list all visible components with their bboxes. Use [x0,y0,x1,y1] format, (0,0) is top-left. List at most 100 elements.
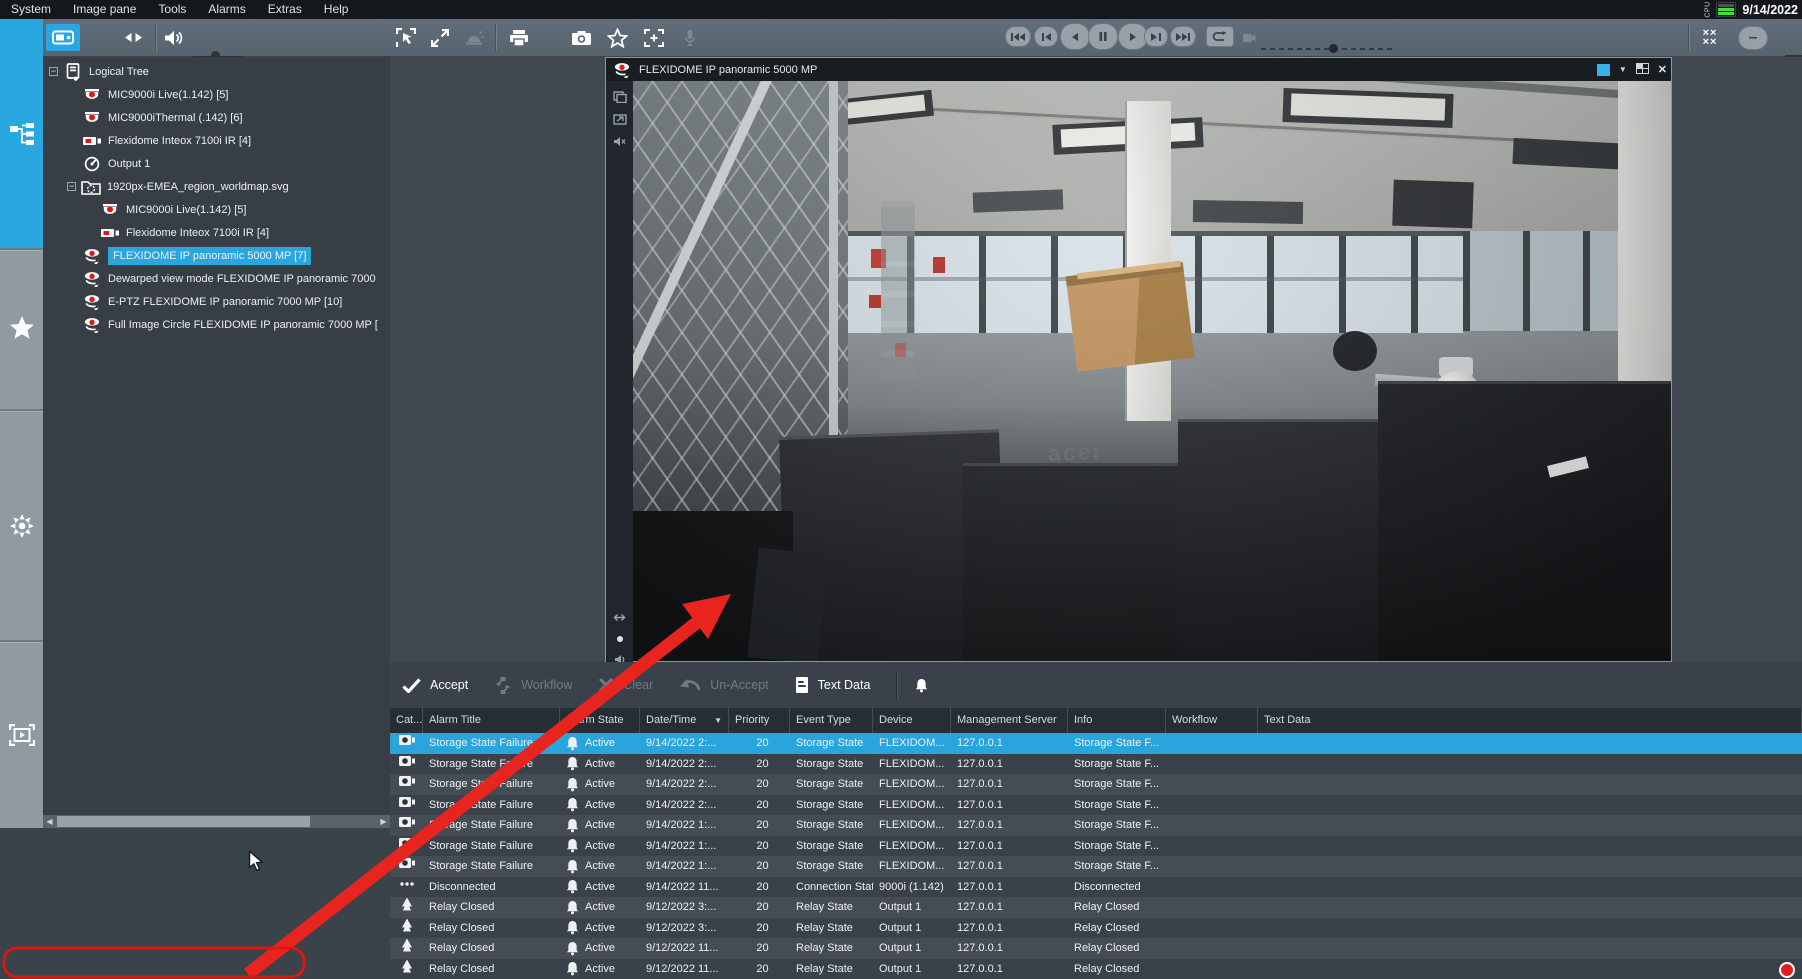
menu-image-pane[interactable]: Image pane [62,0,147,19]
sidebar-tab-favorites[interactable] [0,250,43,407]
bell-icon[interactable] [915,678,928,693]
accept-button[interactable]: Accept [402,678,468,693]
pane-grid-icon[interactable] [1636,63,1649,77]
alarm-row-3[interactable]: Storage State FailureActive9/14/2022 2:.… [390,774,1802,795]
alarm-pane-icon[interactable] [459,24,489,51]
speaker-icon[interactable] [161,24,187,51]
tree-expander-icon[interactable]: − [49,67,58,76]
tree-item-mic9000i-live-1-142-5[interactable]: MIC9000i Live(1.142) [5] [43,83,390,106]
info-cell: Storage State F... [1068,836,1166,857]
tree-item-mic9000ithermal-142-6[interactable]: MIC9000iThermal (.142) [6] [43,106,390,129]
speed-slider-handle[interactable] [1329,44,1338,53]
close-all-panes-icon[interactable]: ×××× [1695,24,1725,51]
step-back-icon[interactable] [1034,26,1058,47]
column-header-workflow[interactable]: Workflow [1166,708,1258,733]
detach-pane-icon[interactable] [611,111,628,127]
pano-camera-icon [82,316,102,334]
menu-tools[interactable]: Tools [147,0,197,19]
tree-item-mic9000i-live-1-142-5[interactable]: MIC9000i Live(1.142) [5] [43,198,390,221]
tree-item-logical-tree[interactable]: −Logical Tree [43,60,390,83]
sidebar-tab-logical-tree[interactable] [0,19,43,248]
column-header-text-data[interactable]: Text Data [1258,708,1802,733]
alternate-view-icon[interactable] [118,24,148,51]
un-accept-button[interactable]: Un-Accept [679,678,768,693]
alarm-row-1[interactable]: Storage State FailureActive9/14/2022 2:.… [390,733,1802,754]
column-header-priority[interactable]: Priority [729,708,790,733]
alarm-table-header: Cat...Alarm TitleAlarm StateDate/Time▼Pr… [390,708,1802,733]
tree-item-dewarped-view-mode-flexidome-ip-panorami[interactable]: Dewarped view mode FLEXIDOME IP panorami… [43,267,390,290]
text-data-button[interactable]: Text Data [795,676,871,694]
jump-start-icon[interactable] [1005,26,1031,47]
cpu-label: CPU [1705,1,1712,17]
camera-view-icon[interactable] [46,24,80,51]
alarm-row-7[interactable]: Storage State FailureActive9/14/2022 1:.… [390,856,1802,877]
instant-replay-icon[interactable] [611,89,628,105]
alarm-row-5[interactable]: Storage State FailureActive9/14/2022 1:.… [390,815,1802,836]
select-pane-icon[interactable] [391,24,421,51]
menu-help[interactable]: Help [313,0,360,19]
scrollbar-thumb[interactable] [57,816,310,827]
column-header-cat[interactable]: Cat... [390,708,423,733]
printer-icon[interactable] [503,24,535,51]
tree-item-full-image-circle-flexidome-ip-panoramic[interactable]: Full Image Circle FLEXIDOME IP panoramic… [43,313,390,336]
tree-item-e-ptz-flexidome-ip-panoramic-7000-mp-10[interactable]: E-PTZ FLEXIDOME IP panoramic 7000 MP [10… [43,290,390,313]
alarm-row-12[interactable]: Relay ClosedActive9/12/2022 11...20Relay… [390,959,1802,979]
info-cell: Relay Closed [1068,897,1166,918]
column-header-alarm-title[interactable]: Alarm Title [423,708,560,733]
column-header-device[interactable]: Device [873,708,951,733]
close-icon[interactable]: ✕ [1658,63,1667,76]
menu-alarms[interactable]: Alarms [197,0,256,19]
sidebar-tab-bookmarks[interactable] [0,411,43,640]
column-header-event-type[interactable]: Event Type [790,708,873,733]
alarm-title-cell: Storage State Failure [423,856,560,877]
priority-cell: 20 [729,754,790,775]
alarm-state-text: Active [585,795,615,816]
tree-horizontal-scrollbar[interactable]: ◀ ▶ [43,815,390,828]
speed-slider[interactable] [1261,48,1393,50]
alarm-row-6[interactable]: Storage State FailureActive9/14/2022 1:.… [390,836,1802,857]
tree-item-flexidome-inteox-7100i-ir-4[interactable]: Flexidome Inteox 7100i IR [4] [43,129,390,152]
bell-icon [566,838,579,853]
scroll-left-icon[interactable]: ◀ [43,815,56,828]
alarm-row-4[interactable]: Storage State FailureActive9/14/2022 2:.… [390,795,1802,816]
column-header-info[interactable]: Info [1068,708,1166,733]
video-pane-titlebar[interactable]: FLEXIDOME IP panoramic 5000 MP ▼ ✕ [606,58,1671,81]
tree-item-flexidome-ip-panoramic-5000-mp-7[interactable]: FLEXIDOME IP panoramic 5000 MP [7] [43,244,390,267]
video-pane[interactable]: FLEXIDOME IP panoramic 5000 MP ▼ ✕ [605,57,1672,662]
microphone-icon[interactable] [677,24,703,51]
add-frame-icon[interactable] [638,24,670,51]
tree-expander-icon[interactable]: − [67,182,76,191]
loop-icon[interactable] [1206,26,1234,47]
jump-end-icon[interactable] [1170,26,1196,47]
tree-item-output-1[interactable]: Output 1 [43,152,390,175]
column-header-alarm-state[interactable]: Alarm State [560,708,640,733]
text-data-cell [1258,815,1802,836]
reverse-icon[interactable] [1060,23,1090,50]
scroll-right-icon[interactable]: ▶ [377,815,390,828]
minimize-icon[interactable]: – [1738,26,1768,50]
expand-pane-icon[interactable] [425,24,455,51]
menu-extras[interactable]: Extras [257,0,313,19]
snapshot-icon[interactable] [565,24,597,51]
favorites-icon[interactable] [601,24,633,51]
alarm-row-11[interactable]: Relay ClosedActive9/12/2022 11...20Relay… [390,938,1802,959]
column-header-management-server[interactable]: Management Server [951,708,1068,733]
alarm-row-9[interactable]: Relay ClosedActive9/12/2022 3:...20Relay… [390,897,1802,918]
menu-system[interactable]: System [0,0,62,19]
alarm-row-8[interactable]: DisconnectedActive9/14/2022 11...20Conne… [390,877,1802,898]
workflow-button[interactable]: Workflow [494,676,572,695]
clear-button[interactable]: Clear [598,677,653,693]
alarm-row-2[interactable]: Storage State FailureActive9/14/2022 2:.… [390,754,1802,775]
step-forward-icon[interactable] [1144,26,1168,47]
mute-icon[interactable] [611,133,628,149]
pause-icon[interactable] [1088,23,1118,50]
stream-menu-arrow-icon[interactable]: ▼ [1619,65,1627,74]
menubar-status: CPU 9/14/2022 [1700,0,1798,19]
tree-item-flexidome-inteox-7100i-ir-4[interactable]: Flexidome Inteox 7100i IR [4] [43,221,390,244]
sidebar-tab-playback[interactable] [0,642,43,828]
column-header-date-time[interactable]: Date/Time▼ [640,708,729,733]
alarm-row-10[interactable]: Relay ClosedActive9/12/2022 3:...20Relay… [390,918,1802,939]
tree-item-1920px-emea-region-worldmap-svg[interactable]: −1920px-EMEA_region_worldmap.svg [43,175,390,198]
resize-arrows-icon[interactable] [611,609,628,625]
camera-video-image[interactable]: acer [633,81,1671,661]
